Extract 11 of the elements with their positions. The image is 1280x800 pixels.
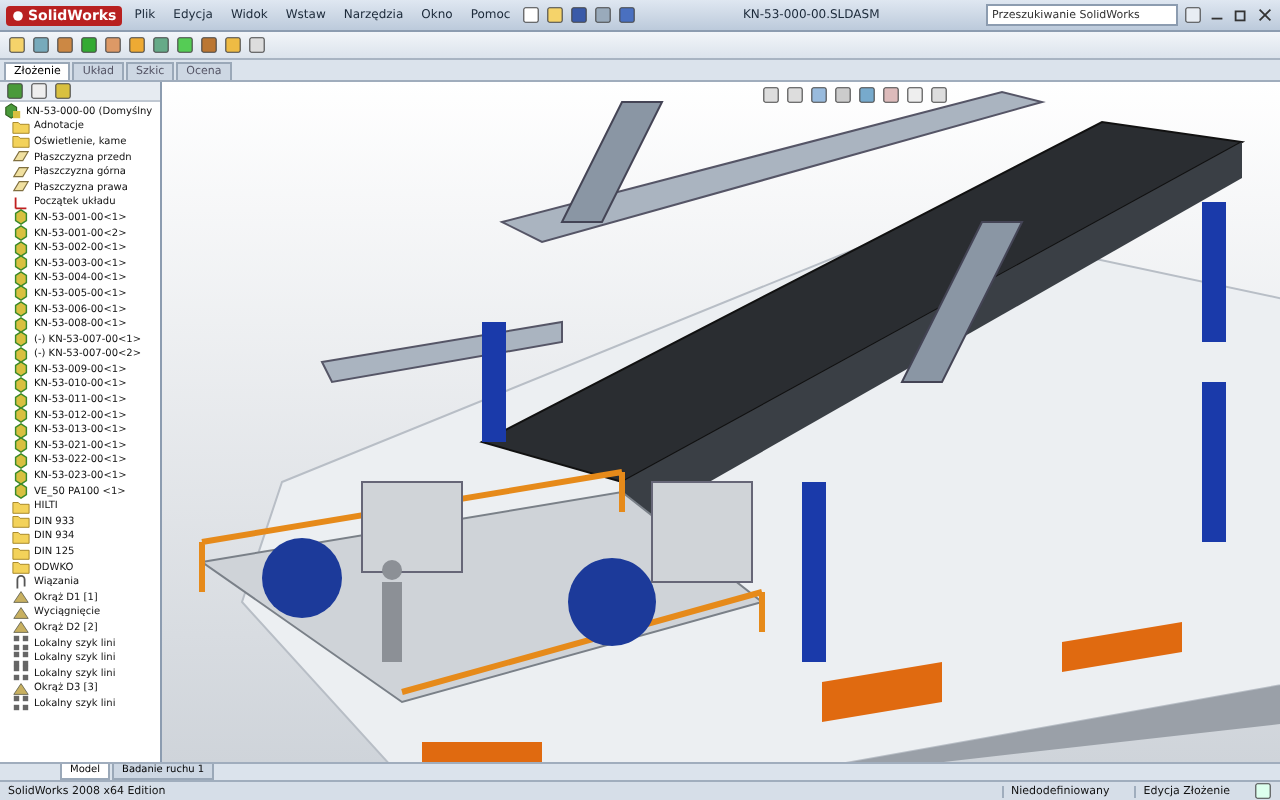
origin-icon (12, 193, 30, 212)
feature-icon (12, 679, 30, 698)
logo-icon (12, 9, 24, 21)
pattern-icon (12, 634, 30, 653)
restore-icon[interactable] (1232, 6, 1250, 24)
paperclip-icon (12, 573, 30, 592)
assembly-icon (4, 102, 22, 121)
pattern-icon (12, 694, 30, 713)
close-icon[interactable] (1256, 6, 1274, 24)
pattern-icon (12, 649, 30, 668)
pattern-icon (12, 664, 30, 683)
